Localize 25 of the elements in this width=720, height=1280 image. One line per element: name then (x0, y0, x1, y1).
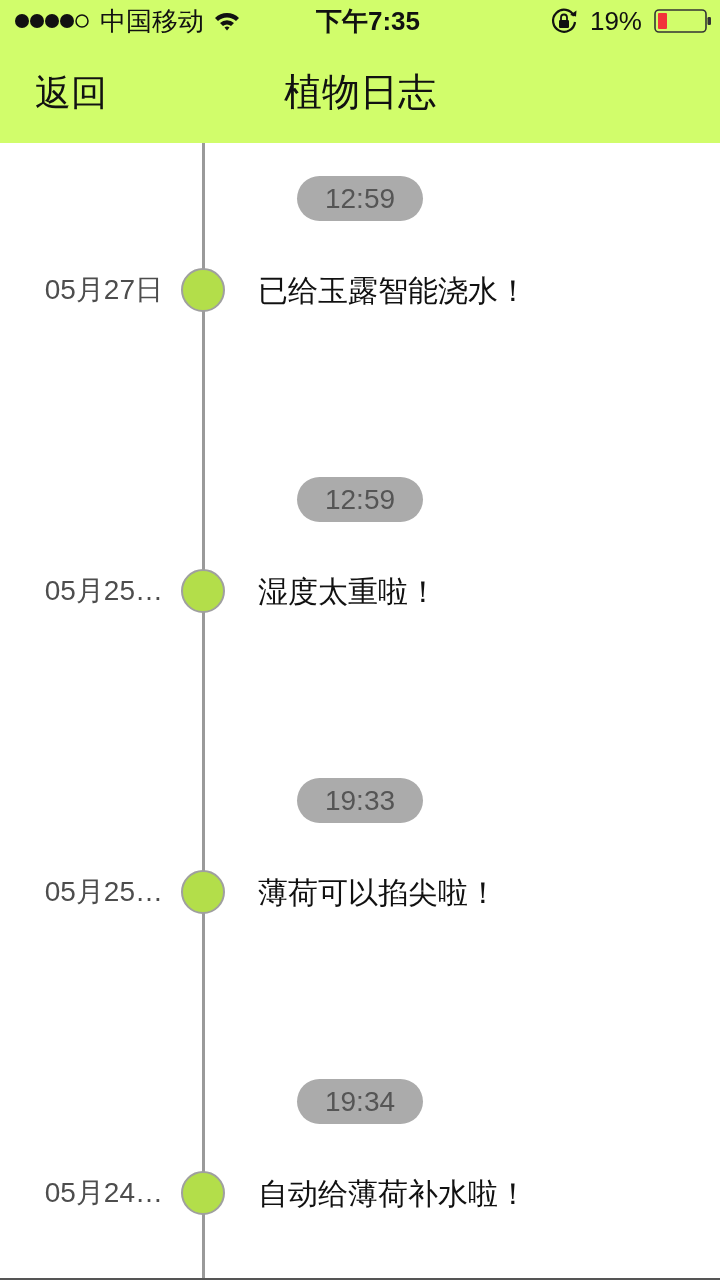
back-button[interactable]: 返回 (35, 70, 107, 115)
battery-icon (654, 9, 712, 33)
entry-message: 已给玉露智能浇水！ (257, 272, 528, 309)
timeline-dot-icon (181, 569, 225, 613)
clock-time: 下午7:35 (314, 8, 420, 34)
time-label: 12:59 (297, 477, 423, 522)
timeline-dot-icon (181, 870, 225, 914)
entry-date: 05月25… (43, 574, 164, 608)
rotation-lock-icon (549, 7, 578, 35)
time-label: 19:33 (297, 778, 423, 823)
signal-strength-icon (14, 13, 90, 29)
entry-message: 湿度太重啦！ (257, 573, 438, 610)
wifi-icon (214, 11, 240, 31)
entry-message: 自动给薄荷补水啦！ (257, 1175, 528, 1212)
page-title: 植物日志 (284, 69, 436, 115)
entry-date: 05月24… (43, 1176, 164, 1210)
entry-date: 05月27日 (43, 273, 164, 307)
entry-date: 05月25… (43, 875, 164, 909)
time-label: 19:34 (297, 1079, 423, 1124)
entry-message: 薄荷可以掐尖啦！ (257, 874, 498, 911)
time-label: 12:59 (297, 176, 423, 221)
battery-percentage: 19% (589, 8, 642, 34)
carrier-name: 中国移动 (100, 8, 204, 34)
timeline-dot-icon (181, 1171, 225, 1215)
timeline-dot-icon (181, 268, 225, 312)
